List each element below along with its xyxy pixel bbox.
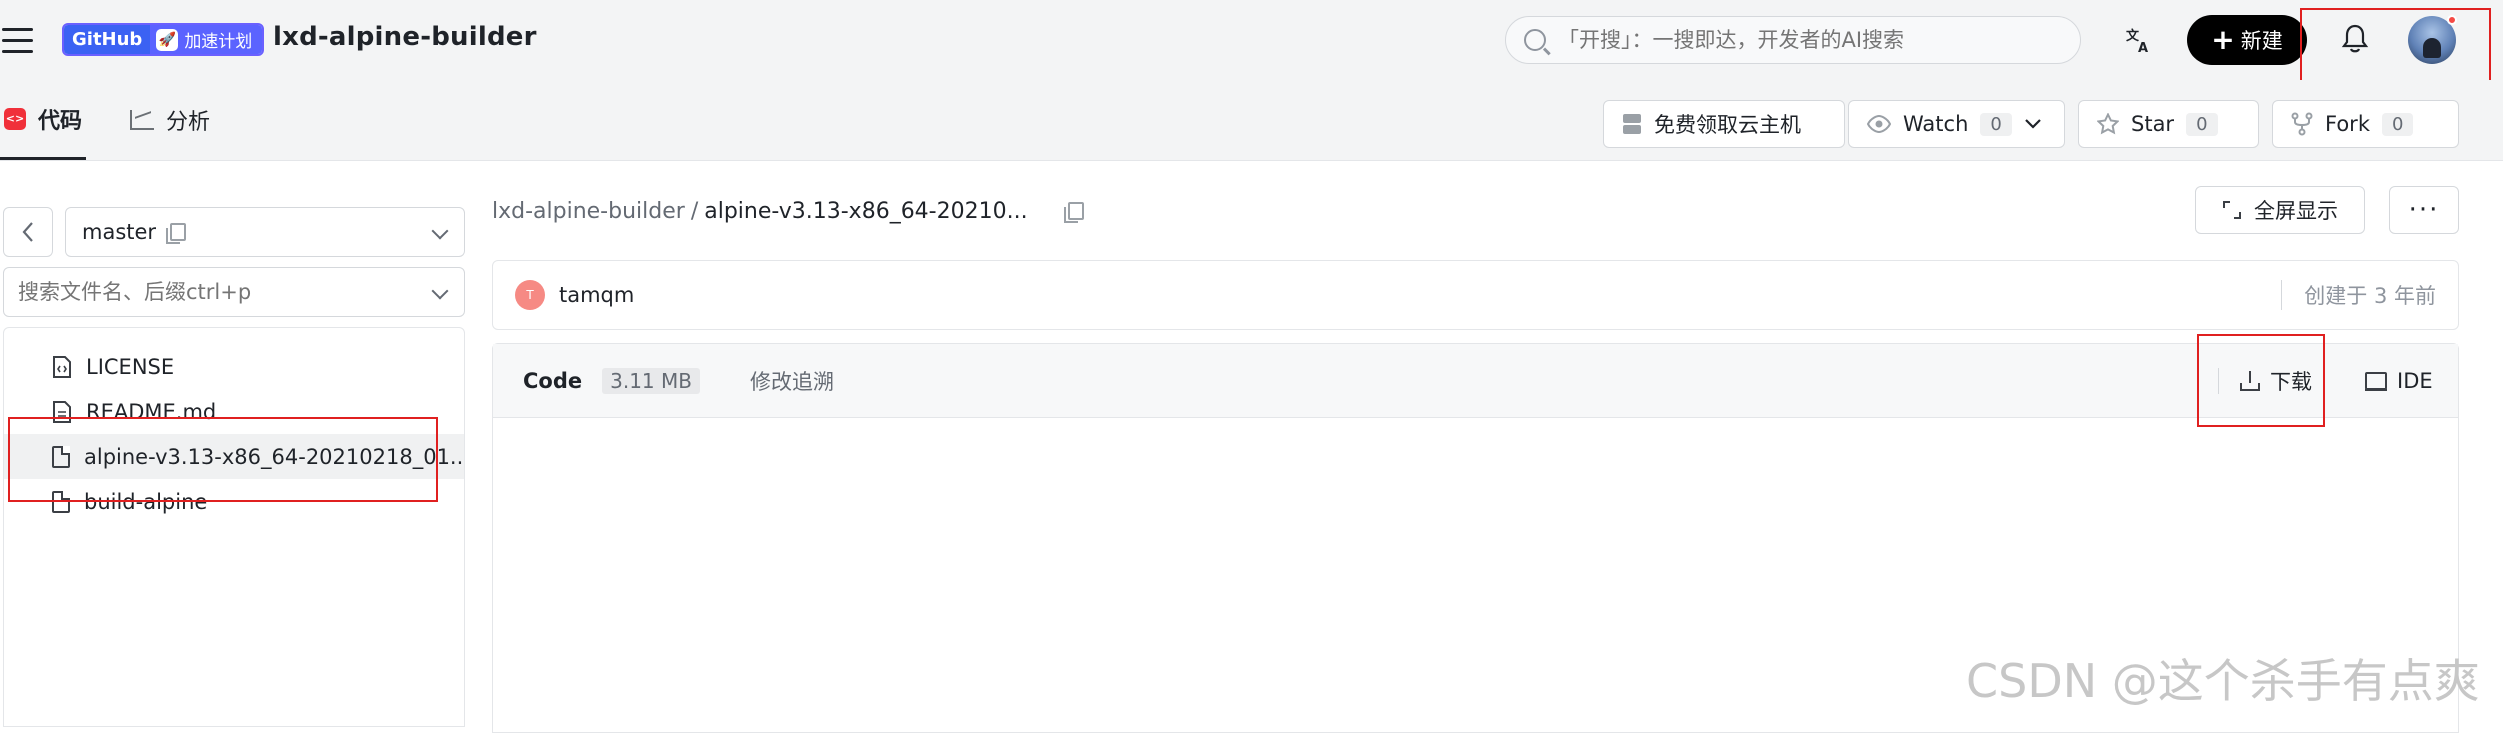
star-count: 0 xyxy=(2186,112,2218,136)
license-file-icon xyxy=(53,355,71,378)
fork-label: Fork xyxy=(2325,112,2370,136)
global-search[interactable] xyxy=(1505,16,2081,64)
translate-icon[interactable]: 文A xyxy=(2125,26,2155,56)
branch-name: master xyxy=(82,220,157,244)
breadcrumb: lxd-alpine-builder / alpine-v3.13-x86_64… xyxy=(492,196,1084,226)
chevron-left-icon xyxy=(22,222,33,242)
notification-dot xyxy=(2447,15,2457,25)
fork-count: 0 xyxy=(2381,112,2414,136)
top-bar: GitHub 🚀 加速计划 lxd-alpine-builder 文A +新建 xyxy=(0,0,2503,80)
fork-button[interactable]: Fork 0 xyxy=(2272,100,2459,148)
free-cloud-host-label: 免费领取云主机 xyxy=(1654,113,1801,137)
breadcrumb-file: alpine-v3.13-x86_64-20210... xyxy=(704,198,1028,224)
collapse-sidebar-button[interactable] xyxy=(3,207,53,257)
file-viewer-header: Code 3.11 MB 修改追溯 下载 IDE xyxy=(493,344,2458,418)
code-icon: <> xyxy=(4,107,26,130)
file-item-license[interactable]: LICENSE xyxy=(4,344,464,389)
latest-commit-bar: T tamqm 创建于 3 年前 xyxy=(492,260,2459,330)
branch-bar: master xyxy=(3,207,465,257)
search-icon xyxy=(1524,29,1546,51)
download-button[interactable]: 下载 xyxy=(2218,344,2312,418)
github-accelerate-logo[interactable]: GitHub 🚀 加速计划 xyxy=(62,23,265,56)
file-tree: LICENSE README.md alpine-v3.13-x86_64-20… xyxy=(3,327,465,727)
tab-analysis[interactable]: 分析 xyxy=(130,80,210,160)
breadcrumb-repo[interactable]: lxd-alpine-builder xyxy=(492,199,685,224)
chevron-down-icon xyxy=(431,222,449,240)
watch-count: 0 xyxy=(1980,112,2012,136)
ide-icon xyxy=(2365,372,2387,391)
fullscreen-label: 全屏显示 xyxy=(2254,199,2338,223)
watch-button[interactable]: Watch 0 xyxy=(1848,100,2065,148)
tab-code-label: 代码 xyxy=(38,108,83,134)
file-search-input[interactable] xyxy=(18,280,408,304)
fullscreen-icon xyxy=(2223,201,2241,219)
viewer-tab-code[interactable]: Code xyxy=(523,369,582,393)
search-input[interactable] xyxy=(1558,28,2038,52)
repo-title[interactable]: lxd-alpine-builder xyxy=(273,22,537,52)
viewer-tab-blame[interactable]: 修改追溯 xyxy=(750,366,834,396)
server-icon xyxy=(1623,114,1641,134)
file-item-readme[interactable]: README.md xyxy=(4,389,464,434)
ide-button[interactable]: IDE xyxy=(2365,344,2433,418)
new-button-label: 新建 xyxy=(2240,29,2283,53)
watermark: CSDN @这个杀手有点爽 xyxy=(1966,654,2480,708)
eye-icon xyxy=(1867,115,1891,133)
new-button[interactable]: + 新建 xyxy=(2187,15,2307,65)
star-label: Star xyxy=(2131,112,2175,136)
file-name: alpine-v3.13-x86_64-20210218_01... xyxy=(84,444,464,469)
tab-code[interactable]: <> 代码 xyxy=(0,80,87,160)
logo-github-text: GitHub xyxy=(64,25,151,54)
commit-author[interactable]: tamqm xyxy=(559,283,634,307)
chevron-down-icon[interactable] xyxy=(431,282,449,300)
file-icon xyxy=(52,445,70,468)
free-cloud-host-button[interactable]: 免费领取云主机 xyxy=(1603,100,1845,148)
file-name: README.md xyxy=(86,399,217,424)
copy-path-icon[interactable] xyxy=(1063,202,1084,223)
file-name: build-alpine xyxy=(84,489,208,514)
file-name: LICENSE xyxy=(86,354,175,379)
logo-accelerate-text: 加速计划 xyxy=(184,32,253,52)
rocket-icon: 🚀 xyxy=(156,28,179,51)
plus-icon: + xyxy=(2211,23,2235,56)
readme-file-icon xyxy=(53,400,71,423)
bell-icon[interactable] xyxy=(2340,22,2370,56)
watch-label: Watch xyxy=(1903,112,1969,136)
ide-label: IDE xyxy=(2397,369,2433,393)
tab-analysis-label: 分析 xyxy=(166,110,211,135)
fork-icon xyxy=(2291,112,2313,136)
chart-icon xyxy=(130,110,154,130)
file-size: 3.11 MB xyxy=(602,367,700,394)
file-search[interactable] xyxy=(3,267,465,317)
branch-select[interactable]: master xyxy=(65,207,465,257)
breadcrumb-separator: / xyxy=(690,198,699,224)
more-options-button[interactable]: ··· xyxy=(2389,186,2459,234)
commit-author-avatar[interactable]: T xyxy=(515,280,545,310)
copy-icon[interactable] xyxy=(166,223,187,244)
star-icon xyxy=(2097,113,2119,135)
download-label: 下载 xyxy=(2270,370,2312,394)
chevron-down-icon xyxy=(2025,119,2041,129)
file-item-alpine-image[interactable]: alpine-v3.13-x86_64-20210218_01... xyxy=(4,434,464,479)
commit-time: 创建于 3 年前 xyxy=(2281,280,2436,310)
file-item-build-alpine[interactable]: build-alpine xyxy=(4,479,464,524)
file-icon xyxy=(52,490,70,513)
star-button[interactable]: Star 0 xyxy=(2078,100,2259,148)
hamburger-menu-icon[interactable] xyxy=(0,18,40,62)
svg-text:A: A xyxy=(2138,41,2148,54)
fullscreen-button[interactable]: 全屏显示 xyxy=(2195,186,2365,234)
download-icon xyxy=(2240,371,2260,391)
